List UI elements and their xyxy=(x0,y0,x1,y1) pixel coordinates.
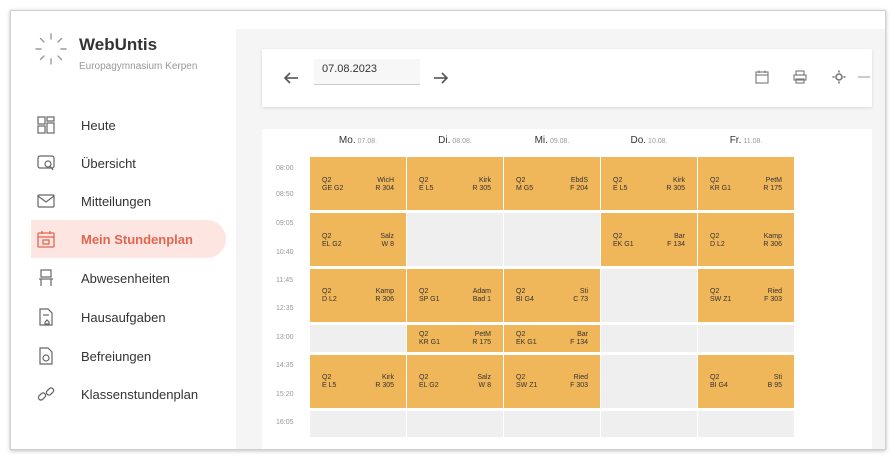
sidebar: WebUntis Europagymnasium Kerpen Heute Üb… xyxy=(11,11,236,449)
calendar-icon[interactable] xyxy=(755,70,769,84)
lesson-card[interactable]: Q2 KR G1 PetM R 175 xyxy=(407,325,503,352)
lesson-card[interactable]: Q2 SW Z1 Ried F 303 xyxy=(504,355,600,408)
nav-label: Befreiungen xyxy=(81,348,152,364)
day-header-di: Di. 08.08. xyxy=(438,135,472,146)
empty-slot[interactable] xyxy=(601,269,697,322)
lesson-card[interactable]: Q2 BI G4 Sti C 73 xyxy=(504,269,600,322)
time-label: 14:35 xyxy=(276,362,294,369)
nav-label: Hausaufgaben xyxy=(81,309,166,325)
empty-slot[interactable] xyxy=(601,411,697,437)
link-icon xyxy=(37,387,55,401)
nav-item-heute[interactable]: Heute xyxy=(11,106,226,144)
empty-slot[interactable] xyxy=(698,411,794,437)
lesson-card[interactable]: Q2 D L2 Kamp R 306 xyxy=(310,269,406,322)
arrow-left-icon[interactable] xyxy=(282,69,300,87)
arrow-right-icon[interactable] xyxy=(432,69,450,87)
app-window: WebUntis Europagymnasium Kerpen Heute Üb… xyxy=(10,10,886,450)
nav-label: Heute xyxy=(81,117,116,133)
lesson-card[interactable]: Q2 EK G1 Bar F 134 xyxy=(504,325,600,352)
nav-item-abwesenheiten[interactable]: Abwesenheiten xyxy=(11,259,226,297)
lesson-card[interactable]: Q2 BI G4 Sti B 95 xyxy=(698,355,794,408)
time-label: 13:00 xyxy=(276,334,294,341)
empty-slot[interactable] xyxy=(310,411,406,437)
overflow-indicator xyxy=(858,76,870,78)
empty-slot[interactable] xyxy=(601,325,697,352)
main-content: 07.08.2023 Mo. 07.08. Di. 08.08. Mi. 09.08.… xyxy=(236,29,885,449)
brand-name: WebUntis xyxy=(79,35,158,54)
time-label: 16:05 xyxy=(276,419,294,426)
day-header-do: Do. 10.08. xyxy=(630,135,668,146)
time-label: 11:45 xyxy=(276,277,293,284)
empty-slot[interactable] xyxy=(310,325,406,352)
day-header-mi: Mi. 09.08. xyxy=(534,135,570,146)
homework-icon xyxy=(39,308,53,326)
lesson-card[interactable]: Q2 M G5 EbdS F 204 xyxy=(504,157,600,210)
school-name: Europagymnasium Kerpen xyxy=(79,61,198,72)
nav-label: Mitteilungen xyxy=(81,193,152,209)
lesson-card[interactable]: Q2 EK G1 Bar F 134 xyxy=(601,213,697,266)
nav-label: Klassenstundenplan xyxy=(81,386,199,402)
day-header-fr: Fr. 11.08. xyxy=(729,135,763,146)
date-input[interactable]: 07.08.2023 xyxy=(314,59,420,85)
nav-item-mein-stundenplan[interactable]: Mein Stundenplan xyxy=(31,220,226,258)
time-label: 12:35 xyxy=(276,305,294,312)
overview-icon xyxy=(37,155,55,171)
lesson-card[interactable]: Q2 KR G1 PetM R 175 xyxy=(698,157,794,210)
dashboard-icon xyxy=(37,116,55,134)
empty-slot[interactable] xyxy=(698,325,794,352)
lesson-card[interactable]: Q2 GE G2 WicH R 304 xyxy=(310,157,406,210)
lesson-card[interactable]: Q2 E L5 Kirk R 305 xyxy=(407,157,503,210)
empty-slot[interactable] xyxy=(407,411,503,437)
webuntis-logo-icon xyxy=(35,33,67,65)
mail-icon xyxy=(37,194,55,208)
nav-item-hausaufgaben[interactable]: Hausaufgaben xyxy=(11,298,226,336)
exemption-icon xyxy=(39,347,53,365)
day-header-mo: Mo. 07.08. xyxy=(338,135,378,146)
nav-item-mitteilungen[interactable]: Mitteilungen xyxy=(11,182,226,220)
empty-slot[interactable] xyxy=(504,213,600,266)
lesson-card[interactable]: Q2 EL G2 Salz W 8 xyxy=(407,355,503,408)
time-label: 10:40 xyxy=(276,249,294,256)
lesson-card[interactable]: Q2 EL G2 Salz W 8 xyxy=(310,213,406,266)
empty-slot[interactable] xyxy=(407,213,503,266)
time-label: 08:50 xyxy=(276,191,294,198)
time-label: 08:00 xyxy=(276,165,294,172)
empty-slot[interactable] xyxy=(504,411,600,437)
nav-label: Abwesenheiten xyxy=(81,270,170,286)
nav-item-befreiungen[interactable]: Befreiungen xyxy=(11,337,226,375)
lesson-card[interactable]: Q2 SP G1 Adam Bad 1 xyxy=(407,269,503,322)
timetable-grid: Mo. 07.08. Di. 08.08. Mi. 09.08. Do. 10.08. … xyxy=(262,129,872,449)
gear-icon[interactable] xyxy=(832,70,846,84)
nav-item-klassenstundenplan[interactable]: Klassenstundenplan xyxy=(11,375,226,413)
time-label: 09:05 xyxy=(276,220,294,227)
lesson-card[interactable]: Q2 SW Z1 Ried F 303 xyxy=(698,269,794,322)
time-label: 15:20 xyxy=(276,391,294,398)
lesson-card[interactable]: Q2 E L5 Kirk R 305 xyxy=(601,157,697,210)
calendar-icon xyxy=(37,231,55,248)
chair-icon xyxy=(39,269,53,286)
lesson-card[interactable]: Q2 D L2 Kamp R 306 xyxy=(698,213,794,266)
lesson-card[interactable]: Q2 E L5 Kirk R 305 xyxy=(310,355,406,408)
empty-slot[interactable] xyxy=(601,355,697,408)
nav-item-uebersicht[interactable]: Übersicht xyxy=(11,144,226,182)
date-toolbar: 07.08.2023 xyxy=(262,49,872,107)
nav-label: Mein Stundenplan xyxy=(81,231,193,247)
nav-label: Übersicht xyxy=(81,155,136,171)
print-icon[interactable] xyxy=(793,70,807,84)
